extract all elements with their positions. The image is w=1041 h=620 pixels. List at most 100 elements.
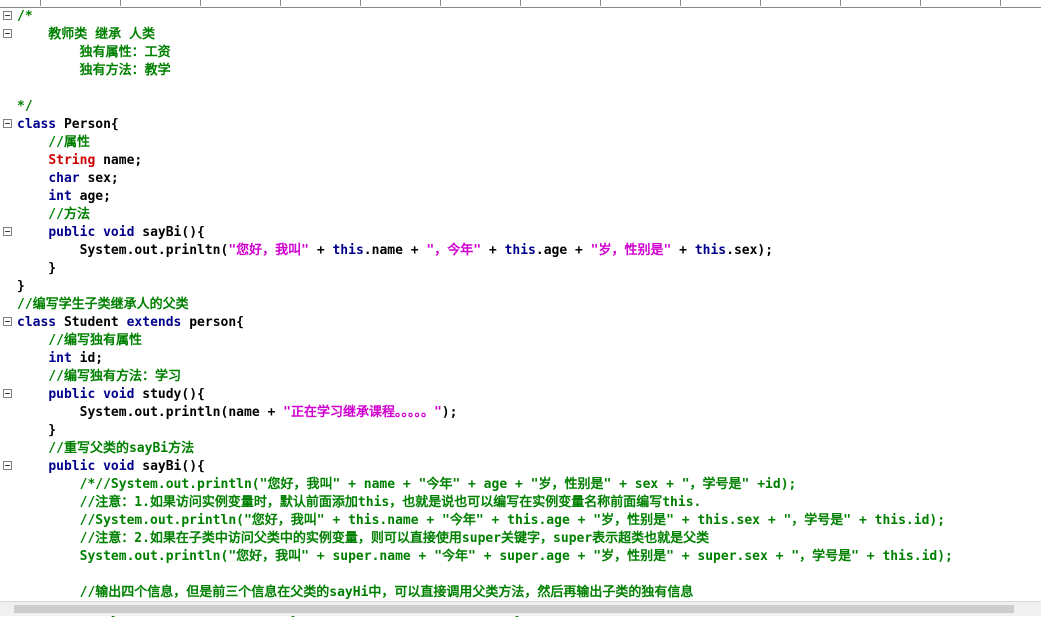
code-text: //编写独有属性 xyxy=(17,332,142,350)
code-text: /* xyxy=(17,8,33,26)
code-line[interactable]: public void sayBi(){ xyxy=(0,458,1041,476)
code-text: int age; xyxy=(17,188,111,206)
code-token: .age + xyxy=(535,243,591,258)
code-token: //编写独有方法：学习 xyxy=(17,369,181,384)
code-text: //编写学生子类继承人的父类 xyxy=(17,296,189,314)
code-text: System.out.println(name + "正在学习继承课程。。。。。… xyxy=(17,404,458,422)
code-text: //重写父类的sayBi方法 xyxy=(17,440,194,458)
code-line[interactable]: public void sayBi(){ xyxy=(0,224,1041,242)
fold-toggle-icon[interactable] xyxy=(3,227,12,236)
code-line[interactable]: } xyxy=(0,260,1041,278)
code-line[interactable]: } xyxy=(0,278,1041,296)
code-line[interactable]: //编写独有属性 xyxy=(0,332,1041,350)
code-line[interactable]: public void study(){ xyxy=(0,386,1041,404)
code-line[interactable]: //属性 xyxy=(0,134,1041,152)
code-line[interactable]: int age; xyxy=(0,188,1041,206)
code-token: "正在学习继承课程。。。。。" xyxy=(283,405,442,420)
code-token: System xyxy=(79,405,127,420)
code-text: System.out.println("您好，我叫" + super.name … xyxy=(17,548,953,566)
code-token: //方法 xyxy=(17,207,90,222)
code-line[interactable]: //System.out.println("您好，我叫" + this.name… xyxy=(0,512,1041,530)
code-line[interactable]: 独有属性：工资 xyxy=(0,44,1041,62)
code-token: public xyxy=(48,225,96,240)
code-line[interactable]: /*//System.out.println("您好，我叫" + name + … xyxy=(0,476,1041,494)
ruler-tick xyxy=(760,0,761,6)
code-line[interactable]: System.out.println("您好，我叫" + super.name … xyxy=(0,548,1041,566)
code-text: 教师类 继承 人类 xyxy=(17,26,155,44)
code-token: String xyxy=(48,153,96,168)
code-line[interactable]: 独有方法：教学 xyxy=(0,62,1041,80)
code-line[interactable] xyxy=(0,80,1041,98)
code-line[interactable]: char sex; xyxy=(0,170,1041,188)
fold-toggle-icon[interactable] xyxy=(3,461,12,470)
code-token: //重写父类的sayBi方法 xyxy=(17,441,195,456)
code-token: .out.prinltn( xyxy=(126,243,229,258)
code-token: void xyxy=(103,225,135,240)
code-token: //输出四个信息，但是前三个信息在父类的sayHi中，可以直接调用父类方法，然后… xyxy=(17,585,694,600)
code-line[interactable]: 教师类 继承 人类 xyxy=(0,26,1041,44)
code-token: //注意：1.如果访问实例变量时，默认前面添加this，也就是说也可以编写在实例… xyxy=(17,495,702,510)
code-line[interactable]: System.out.println(name + "正在学习继承课程。。。。。… xyxy=(0,404,1041,422)
fold-toggle-icon[interactable] xyxy=(3,119,12,128)
code-token: age; xyxy=(71,189,111,204)
code-token: this xyxy=(694,243,727,258)
fold-toggle-icon[interactable] xyxy=(3,317,12,326)
code-token: sayBi(){ xyxy=(134,225,205,240)
code-token: int xyxy=(48,351,72,366)
code-line[interactable]: */ xyxy=(0,98,1041,116)
code-text: public void sayBi(){ xyxy=(17,458,205,476)
code-text: public void study(){ xyxy=(17,386,205,404)
code-token: + xyxy=(671,243,695,258)
ruler-tick xyxy=(600,0,601,6)
code-line[interactable]: class Person{ xyxy=(0,116,1041,134)
code-line[interactable]: //方法 xyxy=(0,206,1041,224)
code-token: "您好，我叫" xyxy=(228,243,309,258)
code-token: System.out.println("您好，我叫" + super.name … xyxy=(17,549,953,564)
ruler-tick xyxy=(1000,0,1001,6)
code-line[interactable]: /* xyxy=(0,8,1041,26)
code-token: 教师类 继承 人类 xyxy=(17,27,155,42)
fold-toggle-icon[interactable] xyxy=(3,389,12,398)
horizontal-scrollbar[interactable] xyxy=(0,601,1041,616)
fold-toggle-icon[interactable] xyxy=(3,29,12,38)
code-line[interactable]: //编写独有方法：学习 xyxy=(0,368,1041,386)
code-token: //属性 xyxy=(17,135,90,150)
code-line[interactable] xyxy=(0,566,1041,584)
code-token: //System.out.println("您好，我叫" + this.name… xyxy=(17,513,946,528)
code-line[interactable]: //注意：2.如果在子类中访问父类中的实例变量，则可以直接使用super关键字，… xyxy=(0,530,1041,548)
code-token: public xyxy=(48,387,96,402)
code-text: } xyxy=(17,422,56,440)
code-line[interactable]: System.out.prinltn("您好，我叫" + this.name +… xyxy=(0,242,1041,260)
code-line[interactable]: //注意：1.如果访问实例变量时，默认前面添加this，也就是说也可以编写在实例… xyxy=(0,494,1041,512)
code-line[interactable]: int id; xyxy=(0,350,1041,368)
code-text: //属性 xyxy=(17,134,90,152)
code-token: */ xyxy=(17,99,33,114)
code-token: /* xyxy=(17,9,33,24)
code-text: 独有属性：工资 xyxy=(17,44,171,62)
code-token: void xyxy=(103,387,135,402)
code-token: this xyxy=(504,243,536,258)
code-editor[interactable]: /* 教师类 继承 人类 独有属性：工资 独有方法：教学 */ class Pers… xyxy=(0,8,1041,618)
code-token: int xyxy=(48,189,72,204)
code-token: this xyxy=(332,243,364,258)
code-line[interactable]: String name; xyxy=(0,152,1041,170)
code-token: class xyxy=(17,315,57,330)
code-line[interactable]: class Student extends person{ xyxy=(0,314,1041,332)
code-token: "岁，性别是" xyxy=(590,243,672,258)
ruler-tick xyxy=(440,0,441,6)
code-token: class xyxy=(17,117,57,132)
code-line[interactable]: //编写学生子类继承人的父类 xyxy=(0,296,1041,314)
fold-toggle-icon[interactable] xyxy=(3,11,12,20)
code-line[interactable]: //重写父类的sayBi方法 xyxy=(0,440,1041,458)
code-line[interactable]: //输出四个信息，但是前三个信息在父类的sayHi中，可以直接调用父类方法，然后… xyxy=(0,584,1041,602)
ruler-tick xyxy=(360,0,361,6)
code-line[interactable]: } xyxy=(0,422,1041,440)
scrollbar-thumb[interactable] xyxy=(14,605,1014,613)
code-text: */ xyxy=(17,98,33,116)
code-token: id; xyxy=(71,351,104,366)
